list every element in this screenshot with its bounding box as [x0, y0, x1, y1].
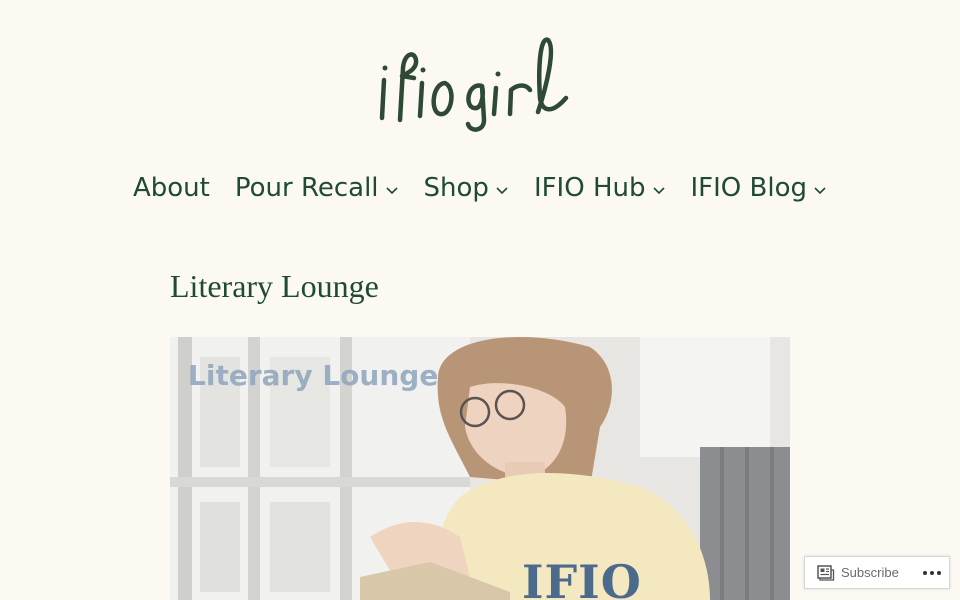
chevron-down-icon [496, 187, 508, 195]
hero-image: Literary Lounge IFIO [170, 337, 790, 600]
shirt-print: IFIO [522, 555, 642, 600]
site-logo[interactable] [370, 28, 590, 138]
reader-icon [817, 564, 835, 581]
subscribe-label: Subscribe [841, 565, 899, 580]
nav-item-label: Shop [423, 173, 489, 203]
chevron-down-icon [814, 187, 826, 195]
nav-item-shop[interactable]: Shop [424, 166, 509, 210]
nav-item-ifio-blog[interactable]: IFIO Blog [691, 166, 828, 210]
subscribe-bar: Subscribe [804, 556, 950, 589]
ellipsis-icon [922, 570, 941, 575]
chevron-down-icon [652, 187, 665, 195]
hero-caption: Literary Lounge [188, 359, 439, 392]
page-title: Literary Lounge [170, 268, 379, 304]
nav-item-about[interactable]: About [133, 166, 210, 210]
main-navigation: About Pour Recall Shop IFIO Hub IFIO Blo… [0, 166, 960, 210]
nav-item-label: About [132, 173, 210, 203]
chevron-down-icon [385, 187, 398, 195]
nav-item-label: IFIO Blog [690, 173, 808, 203]
nav-item-label: IFIO Hub [533, 173, 646, 203]
nav-item-ifio-hub[interactable]: IFIO Hub [534, 166, 666, 210]
nav-item-pour-recall[interactable]: Pour Recall [235, 166, 399, 210]
more-options-button[interactable] [914, 557, 949, 588]
nav-item-label: Pour Recall [234, 173, 379, 203]
logo-wordmark-icon [379, 37, 569, 132]
subscribe-button[interactable]: Subscribe [805, 564, 914, 581]
